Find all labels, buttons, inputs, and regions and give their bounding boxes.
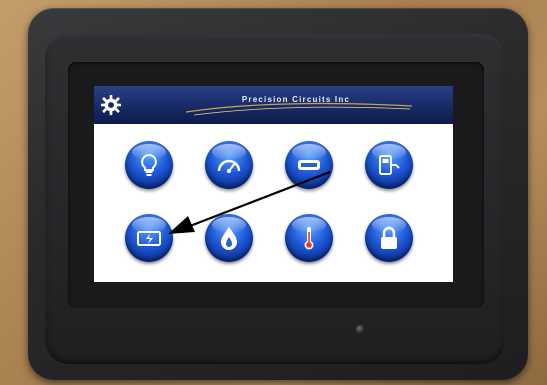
settings-button[interactable]: [100, 94, 122, 116]
thermometer-icon: [304, 227, 314, 250]
battery-charge-icon: [137, 231, 161, 246]
touch-screen: Precision Circuits Inc: [94, 86, 453, 282]
padlock-icon: [381, 226, 397, 249]
gear-icon: [100, 94, 122, 116]
fuel-button[interactable]: [365, 141, 413, 189]
lock-button[interactable]: [365, 214, 413, 262]
indicator-led: [356, 325, 364, 333]
fuel-pump-icon: [379, 155, 400, 175]
gauge-button[interactable]: [205, 141, 253, 189]
power-button[interactable]: [125, 214, 173, 262]
lighting-button[interactable]: [125, 141, 173, 189]
company-title: Precision Circuits Inc: [241, 95, 351, 104]
header-bar: Precision Circuits Inc: [94, 86, 453, 124]
speedometer-icon: [217, 159, 241, 173]
flame-button[interactable]: [205, 214, 253, 262]
water-flame-icon: [221, 227, 237, 250]
equipment-button[interactable]: [285, 141, 333, 189]
cylinder-icon: [298, 160, 320, 170]
temperature-button[interactable]: [285, 214, 333, 262]
lightbulb-icon: [141, 153, 157, 176]
